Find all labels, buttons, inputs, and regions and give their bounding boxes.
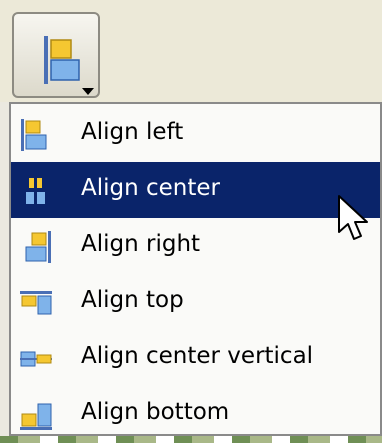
align-left-icon bbox=[44, 36, 80, 84]
align-right-icon bbox=[25, 231, 51, 263]
menu-item-label: Align right bbox=[81, 231, 201, 257]
menu-item-label: Align left bbox=[81, 119, 184, 145]
background-strip bbox=[0, 436, 382, 443]
menu-item-align-top[interactable]: Align top bbox=[11, 274, 380, 330]
align-bottom-icon bbox=[20, 403, 52, 430]
menu-item-align-right[interactable]: Align right bbox=[11, 218, 380, 274]
menu-item-label: Align top bbox=[81, 287, 184, 313]
align-dropdown-button[interactable] bbox=[12, 12, 100, 98]
align-top-icon bbox=[20, 291, 52, 315]
menu-item-align-center[interactable]: Align center bbox=[11, 162, 380, 218]
menu-item-align-left[interactable]: Align left bbox=[11, 106, 380, 162]
menu-item-align-bottom[interactable]: Align bottom bbox=[11, 386, 380, 442]
align-center-vertical-icon bbox=[20, 351, 52, 367]
mouse-pointer-icon bbox=[338, 195, 368, 240]
align-left-icon bbox=[21, 119, 47, 151]
chevron-down-icon bbox=[82, 88, 94, 95]
toolbar bbox=[0, 0, 382, 102]
align-center-icon bbox=[26, 178, 45, 204]
menu-item-label: Align center vertical bbox=[81, 343, 314, 369]
menu-item-label: Align center bbox=[81, 175, 220, 201]
menu-item-align-center-vertical[interactable]: Align center vertical bbox=[11, 330, 380, 386]
menu-item-label: Align bottom bbox=[81, 399, 230, 425]
align-menu: Align left Align center Align right Alig… bbox=[9, 102, 382, 436]
